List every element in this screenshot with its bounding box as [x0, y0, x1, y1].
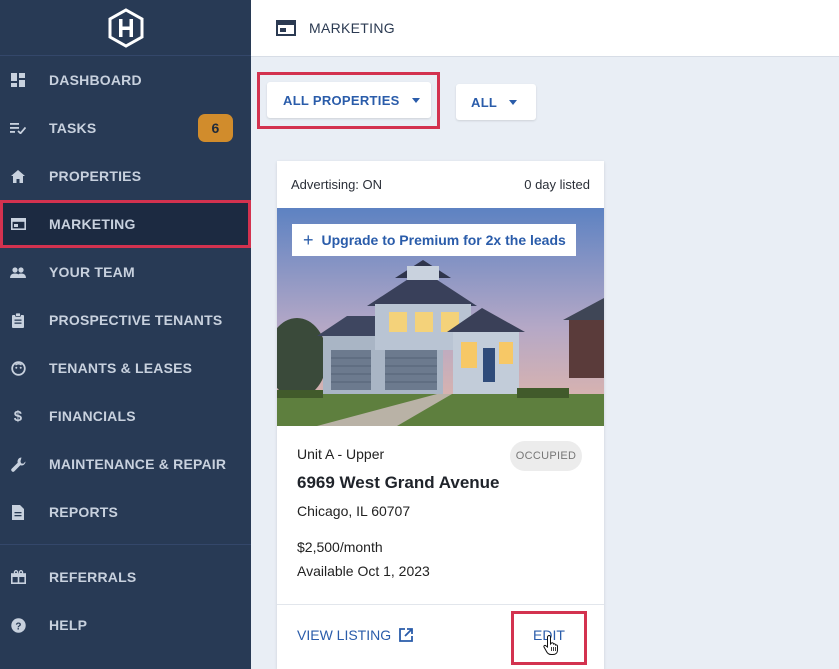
status-badge: OCCUPIED [510, 441, 582, 471]
sidebar-item-properties[interactable]: PROPERTIES [0, 152, 251, 200]
unit-name: Unit A - Upper [297, 446, 385, 462]
gift-icon [10, 569, 26, 585]
caret-down-icon [411, 97, 420, 103]
team-icon [10, 264, 26, 280]
tenant-icon [10, 360, 26, 376]
sidebar-item-prospective-tenants[interactable]: PROSPECTIVE TENANTS [0, 296, 251, 344]
sidebar-item-label: HELP [49, 617, 88, 633]
view-listing-link[interactable]: VIEW LISTING [297, 627, 414, 643]
sidebar-item-label: FINANCIALS [49, 408, 136, 424]
external-link-icon [399, 628, 414, 642]
wrench-icon [10, 456, 26, 472]
sidebar-item-dashboard[interactable]: DASHBOARD [0, 56, 251, 104]
sidebar-item-label: TENANTS & LEASES [49, 360, 193, 376]
sidebar-item-reports[interactable]: REPORTS [0, 488, 251, 536]
property-city: Chicago, IL 60707 [297, 503, 411, 519]
sidebar-nav: DASHBOARD TASKS 6 PROPERTIES MARKETING Y… [0, 56, 251, 649]
hexagon-logo-icon [108, 7, 143, 48]
tasks-count-badge: 6 [198, 114, 233, 142]
sidebar-item-tenants-leases[interactable]: TENANTS & LEASES [0, 344, 251, 392]
plus-icon: + [303, 229, 314, 250]
all-properties-dropdown[interactable]: ALL PROPERTIES [267, 82, 431, 118]
sidebar-item-help[interactable]: ? HELP [0, 601, 251, 649]
sidebar-item-marketing[interactable]: MARKETING [0, 200, 251, 248]
sidebar-item-label: TASKS [49, 120, 97, 136]
clipboard-icon [10, 312, 26, 328]
advertising-status: Advertising: ON [291, 177, 383, 192]
dropdown-label: ALL [471, 94, 498, 110]
hand-cursor-icon [543, 635, 558, 655]
dashboard-icon [10, 72, 26, 88]
card-divider [277, 604, 604, 605]
sidebar-item-referrals[interactable]: REFERRALS [0, 553, 251, 601]
help-icon: ? [10, 617, 26, 633]
sidebar-item-your-team[interactable]: YOUR TEAM [0, 248, 251, 296]
page-title: MARKETING [309, 20, 395, 36]
marketing-icon [10, 216, 26, 232]
upgrade-premium-button[interactable]: + Upgrade to Premium for 2x the leads [292, 224, 576, 256]
status-filter-dropdown[interactable]: ALL [456, 84, 536, 120]
tasks-icon [10, 120, 26, 136]
svg-text:?: ? [15, 621, 21, 632]
sidebar-item-label: PROSPECTIVE TENANTS [49, 312, 223, 328]
rent-price: $2,500/month [297, 539, 383, 555]
property-address: 6969 West Grand Avenue [297, 473, 500, 492]
sidebar: DASHBOARD TASKS 6 PROPERTIES MARKETING Y… [0, 0, 251, 669]
listing-card: Advertising: ON 0 day listed + Upgrade t… [277, 161, 604, 669]
available-date: Available Oct 1, 2023 [297, 563, 430, 579]
sidebar-item-label: MAINTENANCE & REPAIR [49, 456, 227, 472]
dollar-icon: $ [13, 407, 23, 425]
sidebar-divider [0, 544, 251, 545]
sidebar-item-label: PROPERTIES [49, 168, 142, 184]
sidebar-item-label: YOUR TEAM [49, 264, 135, 280]
report-icon [10, 504, 26, 520]
caret-down-icon [509, 99, 518, 105]
upgrade-label: Upgrade to Premium for 2x the leads [321, 232, 566, 248]
card-top-bar: Advertising: ON 0 day listed [277, 161, 604, 208]
page-header: MARKETING [251, 0, 839, 57]
sidebar-item-label: REPORTS [49, 504, 119, 520]
home-icon [10, 168, 26, 184]
marketing-icon [276, 20, 296, 36]
app-logo[interactable] [0, 0, 251, 56]
view-listing-label: VIEW LISTING [297, 627, 392, 643]
sidebar-item-label: DASHBOARD [49, 72, 142, 88]
days-listed: 0 day listed [524, 177, 590, 192]
sidebar-item-financials[interactable]: $ FINANCIALS [0, 392, 251, 440]
sidebar-item-label: REFERRALS [49, 569, 137, 585]
dropdown-label: ALL PROPERTIES [283, 92, 400, 108]
property-photo: + Upgrade to Premium for 2x the leads [277, 208, 604, 426]
sidebar-item-maintenance-repair[interactable]: MAINTENANCE & REPAIR [0, 440, 251, 488]
sidebar-item-tasks[interactable]: TASKS 6 [0, 104, 251, 152]
sidebar-item-label: MARKETING [49, 216, 136, 232]
